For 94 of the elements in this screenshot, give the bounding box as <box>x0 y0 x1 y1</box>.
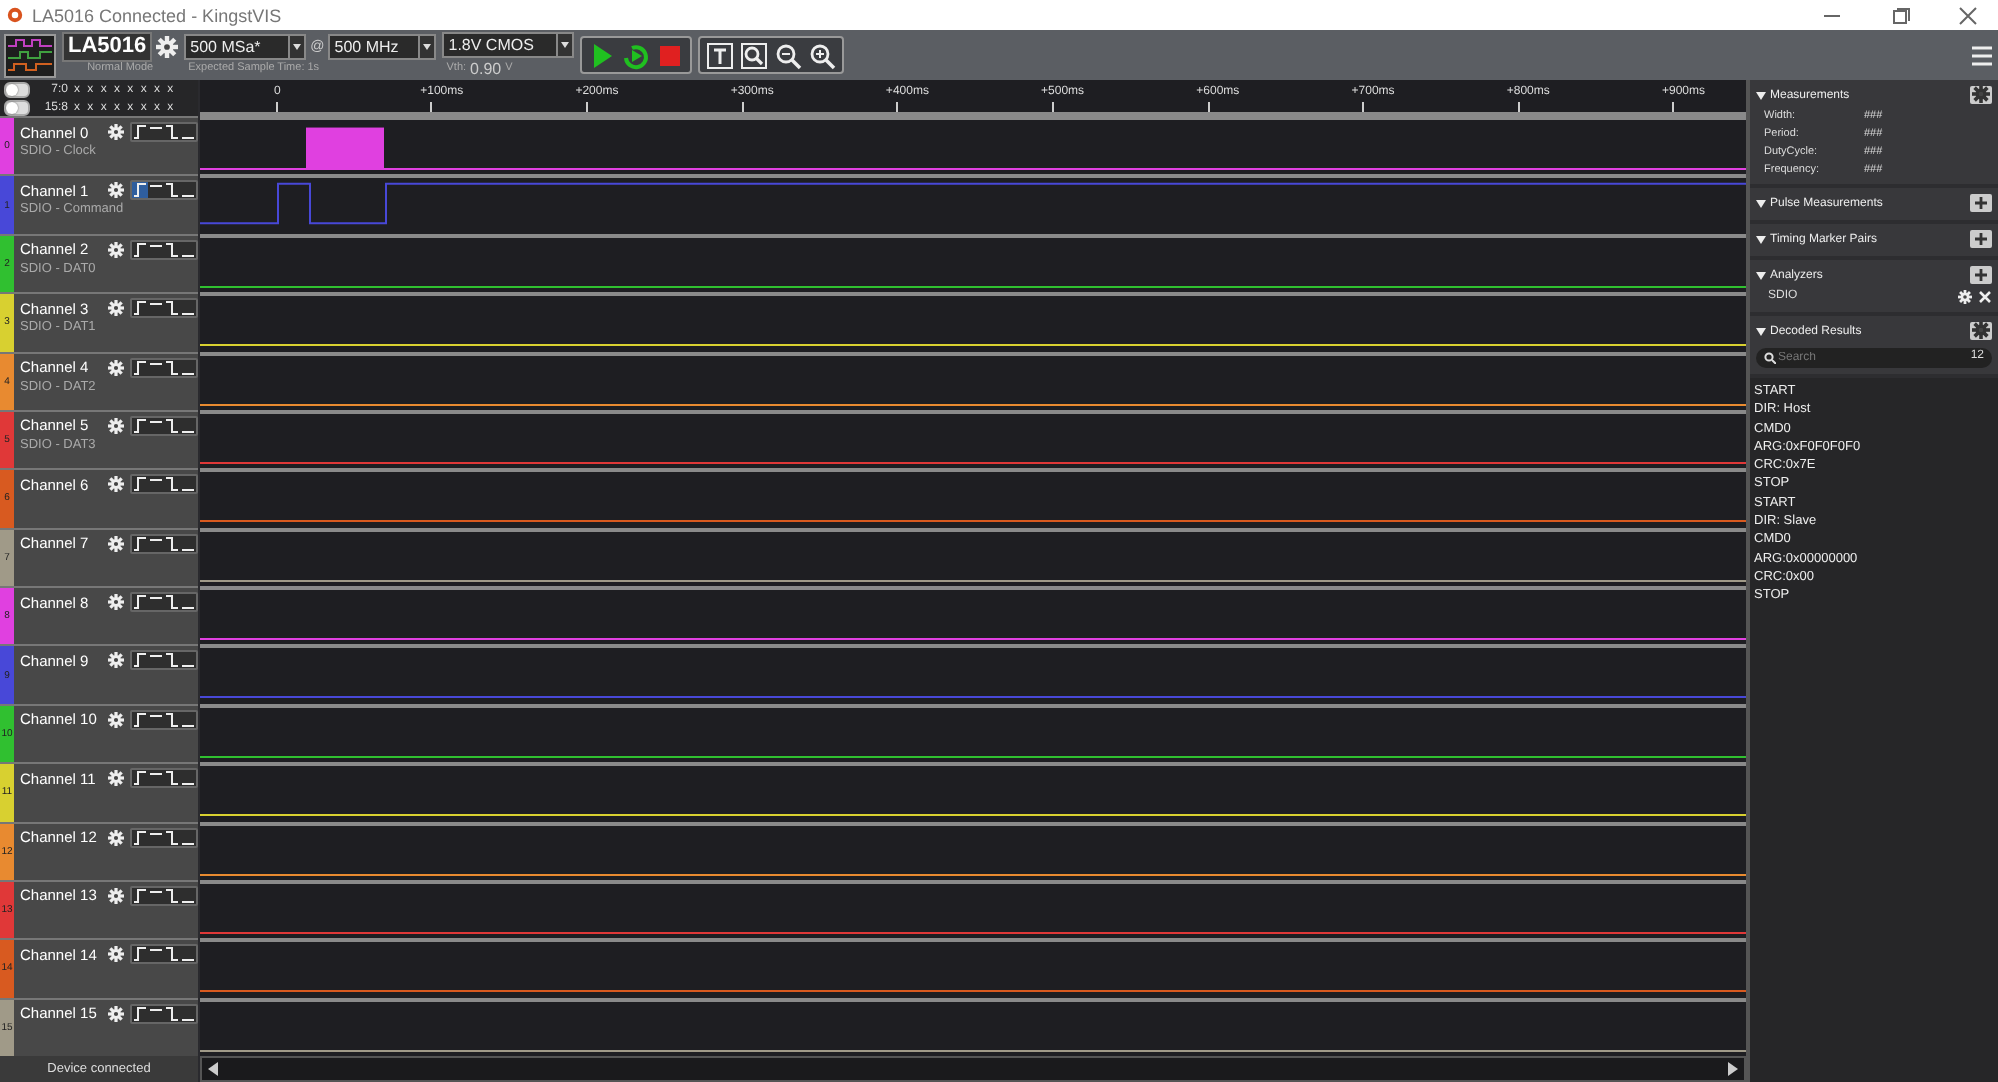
collapse-arrow-icon[interactable] <box>1756 199 1766 207</box>
play-icon[interactable] <box>588 41 617 69</box>
settings-button[interactable] <box>1970 86 1992 104</box>
settings-icon[interactable] <box>108 829 124 845</box>
falling-edge-icon[interactable] <box>164 182 180 199</box>
rising-edge-icon[interactable] <box>132 535 148 552</box>
caret-icon[interactable] <box>288 35 305 57</box>
settings-icon[interactable] <box>108 359 124 375</box>
settings-icon[interactable] <box>1958 289 1972 303</box>
falling-edge-icon[interactable] <box>164 535 180 552</box>
falling-edge-icon[interactable] <box>164 652 180 669</box>
falling-edge-icon[interactable] <box>164 124 180 140</box>
falling-edge-icon[interactable] <box>164 300 180 317</box>
rising-edge-icon[interactable] <box>132 359 148 375</box>
rising-edge-icon[interactable] <box>132 1005 148 1022</box>
zoom-fit-icon[interactable] <box>740 41 769 69</box>
window-title: LA5016 Connected - KingstVIS <box>32 5 284 25</box>
channel-group-toggle[interactable] <box>4 99 30 115</box>
settings-icon[interactable] <box>108 124 124 140</box>
falling-edge-icon[interactable] <box>164 241 180 258</box>
falling-edge-icon[interactable] <box>164 594 180 610</box>
caret-icon[interactable] <box>418 35 435 57</box>
falling-edge-icon[interactable] <box>164 476 180 493</box>
falling-edge-icon[interactable] <box>164 829 180 845</box>
tick-mark <box>1362 102 1365 112</box>
close-icon[interactable] <box>1978 289 1992 303</box>
settings-icon[interactable] <box>108 300 124 317</box>
device-name: LA5016 <box>62 31 153 61</box>
tick-mark <box>1207 102 1210 112</box>
settings-icon[interactable] <box>108 652 124 669</box>
scroll-left-icon[interactable] <box>208 1062 220 1076</box>
settings-icon[interactable] <box>108 946 124 963</box>
falling-edge-icon[interactable] <box>164 417 180 434</box>
add-button[interactable] <box>1970 194 1992 212</box>
settings-icon[interactable] <box>108 417 124 434</box>
rising-edge-icon[interactable] <box>132 476 148 493</box>
rising-edge-icon[interactable] <box>132 594 148 610</box>
sample-rate-dropdown[interactable]: 500 MSa* <box>184 33 307 59</box>
add-button[interactable] <box>1970 266 1992 284</box>
settings-icon[interactable] <box>108 1005 124 1022</box>
scroll-right-icon[interactable] <box>1726 1062 1738 1076</box>
settings-icon[interactable] <box>108 476 124 493</box>
tick-mark <box>896 102 899 112</box>
tick-mark <box>1051 102 1054 112</box>
rising-edge-icon[interactable] <box>132 652 148 669</box>
menu-icon[interactable] <box>1970 43 1994 67</box>
falling-edge-icon[interactable] <box>164 359 180 375</box>
settings-icon[interactable] <box>156 35 179 57</box>
caret-icon[interactable] <box>556 34 573 56</box>
settings-icon[interactable] <box>108 241 124 258</box>
rising-edge-icon[interactable] <box>132 711 148 728</box>
falling-edge-icon[interactable] <box>164 1005 180 1022</box>
falling-edge-icon[interactable] <box>164 770 180 787</box>
tick-mark <box>275 102 278 112</box>
falling-edge-icon[interactable] <box>164 711 180 728</box>
collapse-arrow-icon[interactable] <box>1756 271 1766 279</box>
rising-edge-icon[interactable] <box>132 182 148 199</box>
rising-edge-icon[interactable] <box>132 124 148 140</box>
collapse-arrow-icon[interactable] <box>1756 91 1766 99</box>
falling-edge-icon[interactable] <box>164 946 180 963</box>
rising-edge-icon[interactable] <box>132 946 148 963</box>
settings-button[interactable] <box>1970 322 1992 340</box>
rising-edge-icon[interactable] <box>132 241 148 258</box>
zoom-out-icon[interactable] <box>774 41 803 69</box>
rising-edge-icon[interactable] <box>132 829 148 845</box>
tick-mark <box>430 102 433 112</box>
zoom-in-icon[interactable] <box>808 41 837 69</box>
settings-icon[interactable] <box>108 535 124 552</box>
rising-edge-icon[interactable] <box>132 417 148 434</box>
repeat-play-icon[interactable] <box>622 41 651 69</box>
collapse-arrow-icon[interactable] <box>1756 327 1766 335</box>
add-button[interactable] <box>1970 230 1992 248</box>
tick-mark <box>1517 102 1520 112</box>
channel-group-toggle[interactable] <box>4 81 30 97</box>
tick-mark <box>586 102 589 112</box>
voltage-dropdown[interactable]: 1.8V CMOS <box>442 32 575 58</box>
rising-edge-icon[interactable] <box>132 300 148 317</box>
settings-icon[interactable] <box>108 887 124 904</box>
threshold-value: 0.90 <box>470 59 502 77</box>
tick-mark <box>1672 102 1675 112</box>
tick-mark <box>741 102 744 112</box>
settings-icon[interactable] <box>108 182 124 199</box>
rising-edge-icon[interactable] <box>132 770 148 787</box>
frequency-dropdown[interactable]: 500 MHz <box>328 33 437 59</box>
app-logo-icon <box>6 6 24 24</box>
text-icon[interactable] <box>706 41 735 69</box>
settings-icon[interactable] <box>108 594 124 610</box>
rising-edge-icon[interactable] <box>132 887 148 904</box>
settings-icon[interactable] <box>108 711 124 728</box>
falling-edge-icon[interactable] <box>164 887 180 904</box>
horizontal-scrollbar[interactable] <box>200 1056 1746 1082</box>
settings-icon[interactable] <box>108 770 124 787</box>
collapse-arrow-icon[interactable] <box>1756 235 1766 243</box>
search-icon <box>1764 352 1776 364</box>
